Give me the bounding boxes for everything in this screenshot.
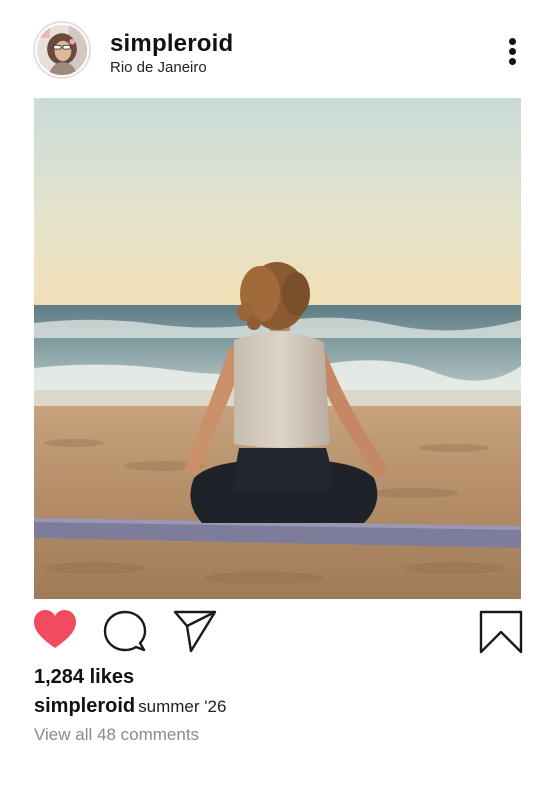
post-location[interactable]: Rio de Janeiro [110,59,207,77]
more-options-button[interactable] [500,34,528,70]
share-button[interactable] [172,609,218,653]
avatar-image [36,24,88,76]
avatar[interactable] [33,21,91,79]
caption-text: summer '26 [138,697,227,716]
save-button[interactable] [478,609,524,655]
caption: simpleroid summer '26 [34,693,226,721]
vertical-ellipsis-icon [509,38,516,45]
bookmark-icon [479,610,523,654]
post-header: simpleroid Rio de Janeiro [0,0,555,98]
like-count[interactable]: 1,284 likes [34,664,134,690]
like-button[interactable] [33,609,77,653]
post-image[interactable] [34,98,521,599]
paper-plane-icon [173,610,217,653]
speech-bubble-icon [103,610,147,652]
comment-button[interactable] [103,610,147,654]
post-username[interactable]: simpleroid [110,29,233,59]
caption-username[interactable]: simpleroid [34,695,135,717]
view-comments-link[interactable]: View all 48 comments [34,723,199,747]
heart-icon [34,610,76,648]
vertical-ellipsis-icon [509,58,516,65]
vertical-ellipsis-icon [509,48,516,55]
beach-meditation-photo [34,98,521,599]
